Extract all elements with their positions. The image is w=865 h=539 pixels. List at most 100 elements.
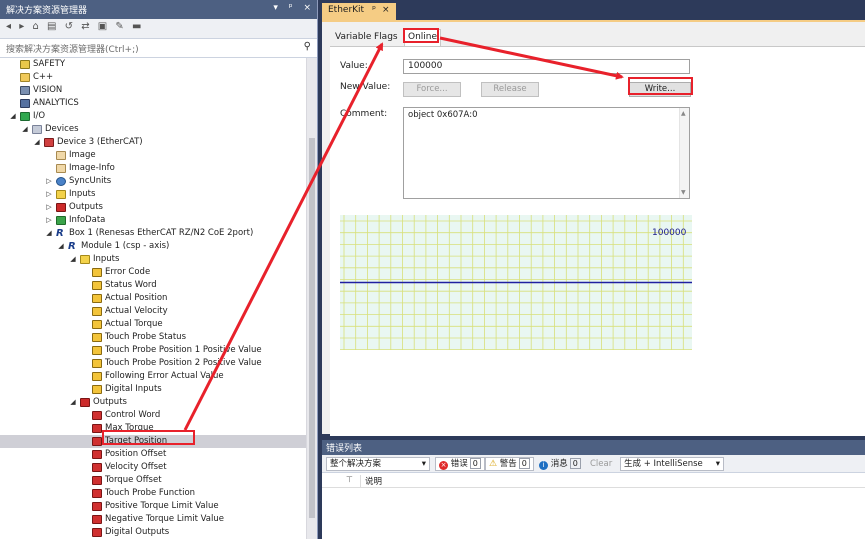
tab-online[interactable]: Online [404, 29, 442, 47]
tree-item-label: Touch Probe Position 2 Positive Value [105, 358, 262, 368]
tree-item[interactable]: Positive Torque Limit Value [0, 500, 306, 513]
tree-item[interactable]: ▷ InfoData [0, 214, 306, 227]
pin-icon[interactable]: ᵖ [289, 3, 293, 13]
collapsed-arrow-icon[interactable]: ▷ [45, 188, 53, 201]
tab-etherkit[interactable]: EtherKit ᵖ × [322, 3, 396, 20]
expanded-arrow-icon[interactable]: ◢ [57, 240, 65, 253]
build-filter-dropdown[interactable]: 生成 + IntelliSense ▾ [620, 457, 724, 471]
tab-variable[interactable]: Variable [332, 30, 375, 46]
errors-filter-button[interactable]: × 错误 0 [435, 457, 485, 471]
tree-item[interactable]: ▷ Inputs [0, 188, 306, 201]
expanded-arrow-icon[interactable]: ◢ [69, 253, 77, 266]
expanded-arrow-icon[interactable]: ◢ [9, 110, 17, 123]
tree-item[interactable]: C++ [0, 71, 306, 84]
tree-item-label: Positive Torque Limit Value [105, 501, 219, 511]
scope-dropdown[interactable]: 整个解决方案 ▾ [326, 457, 430, 471]
scroll-down-icon[interactable]: ▼ [681, 189, 686, 196]
column-sort-icon[interactable]: ⊤ [346, 475, 353, 484]
new-value-label: New Value: [340, 82, 391, 92]
warnings-filter-button[interactable]: ⚠ 警告 0 [485, 457, 534, 471]
tree-item[interactable]: ◢ Outputs [0, 396, 306, 409]
solution-search-input[interactable]: 搜索解决方案资源管理器(Ctrl+;) ⚲ [0, 39, 317, 58]
tree-item-label: Image [69, 150, 96, 160]
tree-item[interactable]: Control Word [0, 409, 306, 422]
tree-item[interactable]: Status Word [0, 279, 306, 292]
pin-icon[interactable]: ᵖ [372, 5, 376, 15]
tree-item-label: Position Offset [105, 449, 167, 459]
tab-flags[interactable]: Flags [371, 30, 401, 46]
collapsed-arrow-icon[interactable]: ▷ [45, 175, 53, 188]
tree-item[interactable]: ▷ Outputs [0, 201, 306, 214]
comment-scrollbar[interactable]: ▲ ▼ [679, 108, 689, 198]
expanded-arrow-icon[interactable]: ◢ [69, 396, 77, 409]
preview-icon[interactable]: ▬ [132, 21, 141, 32]
dropdown-icon[interactable]: ▾ [273, 3, 278, 13]
search-placeholder: 搜索解决方案资源管理器(Ctrl+;) [6, 45, 139, 55]
scope-value: 整个解决方案 [330, 459, 382, 469]
tree-item[interactable]: Digital Inputs [0, 383, 306, 396]
tree-item[interactable]: Position Offset [0, 448, 306, 461]
write-button[interactable]: Write... [629, 82, 691, 97]
tree-item[interactable]: ◢ Inputs [0, 253, 306, 266]
close-icon[interactable]: × [303, 3, 311, 13]
scrollbar-thumb[interactable] [309, 138, 315, 518]
tree-item[interactable]: Digital Outputs [0, 526, 306, 539]
tree-item[interactable]: Touch Probe Function [0, 487, 306, 500]
comment-field[interactable]: object 0x607A:0 ▲ ▼ [403, 107, 690, 199]
close-icon[interactable]: × [382, 5, 390, 15]
tree-item[interactable]: ◢ Devices [0, 123, 306, 136]
value-field[interactable]: 100000 [403, 59, 690, 74]
expanded-arrow-icon[interactable]: ◢ [33, 136, 41, 149]
collapsed-arrow-icon[interactable]: ▷ [45, 214, 53, 227]
tree-item[interactable]: VISION [0, 84, 306, 97]
force-button[interactable]: Force... [403, 82, 461, 97]
tree-item[interactable]: Error Code [0, 266, 306, 279]
messages-filter-button[interactable]: i 消息 0 [535, 457, 585, 471]
tree-item[interactable]: ◢ I/O [0, 110, 306, 123]
tree-item[interactable]: ▷ SyncUnits [0, 175, 306, 188]
column-description[interactable]: 说明 [360, 475, 382, 487]
syncunits-icon [56, 177, 66, 186]
tree-item[interactable]: Following Error Actual Value [0, 370, 306, 383]
tree-item[interactable]: SAFETY [0, 58, 306, 71]
tree-item[interactable]: Image [0, 149, 306, 162]
tree-item[interactable]: ◢ R Module 1 (csp - axis) [0, 240, 306, 253]
properties-icon[interactable]: ✎ [115, 21, 123, 32]
input-var-icon [92, 359, 102, 368]
tree-item[interactable]: Image-Info [0, 162, 306, 175]
tree-item[interactable]: Velocity Offset [0, 461, 306, 474]
scroll-up-icon[interactable]: ▲ [681, 110, 686, 117]
tree-item[interactable]: Actual Velocity [0, 305, 306, 318]
tree-item[interactable]: Negative Torque Limit Value [0, 513, 306, 526]
search-icon[interactable]: ⚲ [304, 41, 311, 52]
forward-icon[interactable]: ▸ [19, 21, 24, 32]
tree-item[interactable]: Touch Probe Position 2 Positive Value [0, 357, 306, 370]
switch-views-icon[interactable]: ▤ [47, 21, 56, 32]
release-button[interactable]: Release [481, 82, 539, 97]
back-icon[interactable]: ◂ [6, 21, 11, 32]
collapsed-arrow-icon[interactable]: ▷ [45, 201, 53, 214]
tree-item[interactable]: Touch Probe Status [0, 331, 306, 344]
warning-icon: ⚠ [489, 459, 498, 469]
sync-icon[interactable]: ⇄ [81, 21, 89, 32]
tree-item-label: VISION [33, 85, 63, 95]
collapse-all-icon[interactable]: ▣ [98, 21, 107, 32]
history-icon[interactable]: ↺ [65, 21, 73, 32]
output-var-icon [92, 489, 102, 498]
tree-item[interactable]: Target Position [0, 435, 306, 448]
tree-item[interactable]: ◢ R Box 1 (Renesas EtherCAT RZ/N2 CoE 2por… [0, 227, 306, 240]
tree-item[interactable]: Touch Probe Position 1 Positive Value [0, 344, 306, 357]
tree-item[interactable]: Actual Torque [0, 318, 306, 331]
home-icon[interactable]: ⌂ [32, 21, 38, 32]
error-icon: × [439, 461, 448, 470]
tree-item[interactable]: Actual Position [0, 292, 306, 305]
outputs-folder-icon [56, 203, 66, 212]
tree-item[interactable]: Max Torque [0, 422, 306, 435]
solution-tree-scrollbar[interactable] [306, 58, 317, 539]
tree-item[interactable]: Torque Offset [0, 474, 306, 487]
expanded-arrow-icon[interactable]: ◢ [45, 227, 53, 240]
clear-button[interactable]: Clear [586, 457, 616, 471]
tree-item[interactable]: ◢ Device 3 (EtherCAT) [0, 136, 306, 149]
expanded-arrow-icon[interactable]: ◢ [21, 123, 29, 136]
tree-item[interactable]: ANALYTICS [0, 97, 306, 110]
